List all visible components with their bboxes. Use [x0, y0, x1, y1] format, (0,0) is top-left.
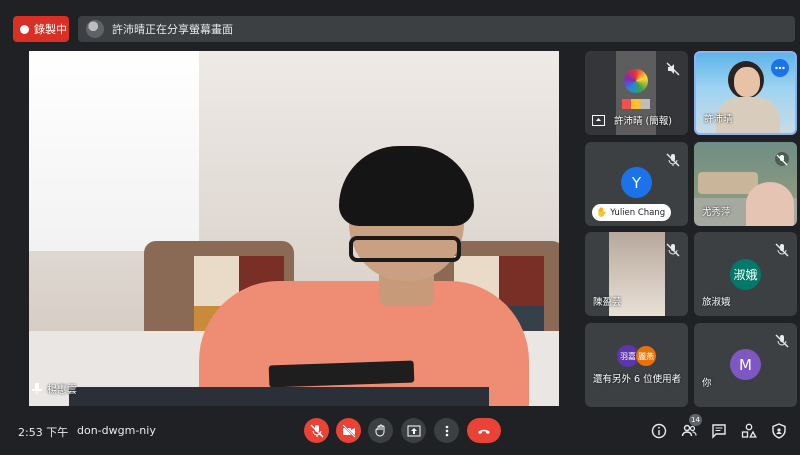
shapes-icon	[741, 423, 757, 438]
video-object	[698, 172, 758, 194]
meeting-details-button[interactable]	[650, 422, 668, 440]
avatar: Y	[621, 167, 652, 198]
tile-name: 還有另外 6 位使用者	[593, 374, 682, 385]
hand-icon: ✋	[596, 207, 608, 218]
raised-hand-pill: ✋ Yulien Chang	[592, 204, 672, 221]
mic-off-icon	[775, 152, 789, 166]
mic-off-icon	[310, 424, 323, 437]
host-controls-button[interactable]	[770, 422, 788, 440]
tile-presenter-camera[interactable]: 許沛晴	[694, 51, 797, 135]
mic-toggle-button[interactable]	[304, 418, 329, 443]
more-vertical-icon	[445, 425, 448, 436]
present-screen-icon	[407, 425, 420, 436]
leave-call-button[interactable]	[467, 418, 501, 443]
more-options-button[interactable]	[434, 418, 459, 443]
mic-off-icon	[666, 152, 680, 167]
info-icon	[651, 423, 667, 439]
meeting-code: don-dwgm-niy	[77, 424, 156, 437]
keyboard	[69, 387, 489, 406]
shield-icon	[772, 423, 786, 439]
tile-name: 尤秀萍	[702, 207, 731, 218]
color-wheel-icon	[624, 69, 648, 93]
control-bar: 2:53 下午 don-dwgm-niy 14	[0, 411, 800, 455]
avatar-small: 麗燕	[635, 345, 657, 367]
avatar: M	[730, 349, 761, 380]
main-video-label: 楊惠雲	[29, 381, 77, 396]
avatar: 淑娥	[730, 259, 761, 290]
tile-name: 旅淑娥	[702, 297, 731, 308]
tile-yulien-chang[interactable]: Y ✋ Yulien Chang	[585, 142, 688, 226]
present-screen-icon	[592, 115, 605, 126]
tile-camera-5[interactable]: 陳盈芸	[585, 232, 688, 316]
hang-up-icon	[478, 429, 490, 434]
more-horizontal-icon	[775, 66, 785, 70]
tile-name: 許沛晴	[704, 114, 733, 125]
record-dot-icon	[20, 24, 29, 34]
mic-off-icon	[666, 242, 680, 257]
more-options-button[interactable]	[771, 59, 789, 77]
main-video[interactable]: 楊惠雲	[29, 51, 559, 406]
present-now-button[interactable]	[401, 418, 426, 443]
activities-button[interactable]	[740, 422, 758, 440]
hand-icon	[375, 424, 384, 436]
tile-name: 許沛晴 (簡報)	[614, 116, 672, 127]
recording-badge[interactable]: 錄製中	[13, 16, 69, 42]
mic-off-icon	[775, 242, 789, 257]
participant-count-badge: 14	[689, 414, 702, 426]
person-glasses	[349, 236, 461, 262]
raise-hand-button[interactable]	[368, 418, 393, 443]
tile-name: Yulien Chang	[610, 207, 666, 218]
person-face	[746, 182, 794, 226]
tile-name: 你	[702, 378, 712, 389]
tile-name: 陳盈芸	[593, 297, 622, 308]
chat-button[interactable]	[710, 422, 728, 440]
mic-off-icon	[775, 333, 789, 348]
presenter-avatar	[86, 20, 104, 38]
recording-label: 錄製中	[34, 23, 67, 36]
video-window	[29, 51, 199, 251]
tile-camera-4[interactable]: 尤秀萍	[694, 142, 797, 226]
main-video-name: 楊惠雲	[47, 385, 77, 396]
pin-icon	[32, 382, 42, 395]
camera-toggle-button[interactable]	[336, 418, 361, 443]
speaker-muted-icon	[666, 61, 680, 76]
tile-self[interactable]: M 你	[694, 323, 797, 407]
chat-icon	[712, 424, 726, 439]
person-face	[734, 67, 760, 97]
color-swatches	[622, 99, 650, 109]
tile-others[interactable]: 羽嘉 麗燕 還有另外 6 位使用者	[585, 323, 688, 407]
tile-shue-e[interactable]: 淑娥 旅淑娥	[694, 232, 797, 316]
tile-presentation[interactable]: 許沛晴 (簡報)	[585, 51, 688, 135]
presenting-text: 許沛晴正在分享螢幕畫面	[112, 23, 233, 36]
presenting-banner: 許沛晴正在分享螢幕畫面	[78, 16, 795, 42]
clock: 2:53 下午	[18, 426, 69, 439]
camera-off-icon	[341, 423, 356, 438]
